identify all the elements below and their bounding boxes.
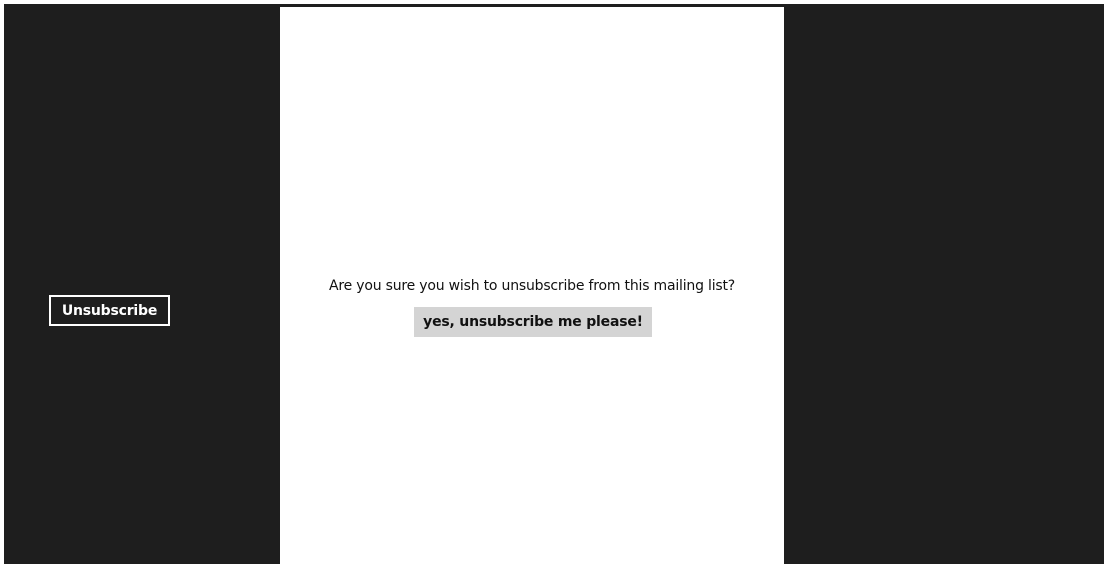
content-panel: Are you sure you wish to unsubscribe fro… <box>280 7 786 564</box>
unsubscribe-question: Are you sure you wish to unsubscribe fro… <box>328 278 736 294</box>
left-panel: Unsubscribe <box>4 6 280 564</box>
app-window: Unsubscribe Are you sure you wish to uns… <box>0 0 1106 564</box>
right-panel <box>786 6 1104 564</box>
unsubscribe-button[interactable]: Unsubscribe <box>49 295 170 326</box>
confirm-unsubscribe-button[interactable]: yes, unsubscribe me please! <box>414 307 652 337</box>
